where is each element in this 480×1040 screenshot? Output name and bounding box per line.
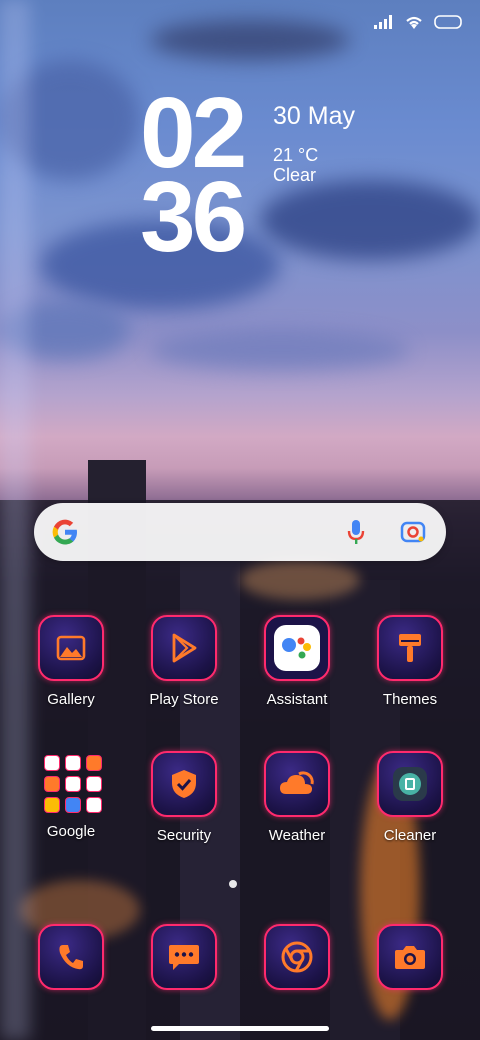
app-label: Themes [382, 691, 438, 708]
app-assistant[interactable]: Assistant [247, 615, 347, 708]
weather-cloud-icon [264, 751, 330, 817]
folder-google[interactable]: Google [21, 751, 121, 840]
clock-minutes: 36 [140, 161, 247, 273]
app-label: Weather [268, 827, 326, 844]
date-text: 30 May [273, 102, 355, 130]
temperature-text: 21 °C [273, 145, 319, 165]
wifi-icon [406, 16, 422, 29]
dock-phone[interactable] [21, 924, 121, 990]
app-label: Security [156, 827, 212, 844]
dock-camera[interactable] [360, 924, 460, 990]
google-g-icon [52, 519, 77, 545]
shield-icon [151, 751, 217, 817]
app-play-store[interactable]: Play Store [134, 615, 234, 708]
chrome-icon [264, 924, 330, 990]
google-folder-icon [40, 751, 102, 813]
app-gallery[interactable]: Gallery [21, 615, 121, 708]
app-label: Gallery [47, 691, 95, 708]
phone-icon [38, 924, 104, 990]
assistant-icon [264, 615, 330, 681]
messages-icon [151, 924, 217, 990]
app-label: Play Store [149, 691, 219, 708]
page-indicator [229, 880, 237, 888]
play-store-icon [151, 615, 217, 681]
date-weather-widget[interactable]: 30 May 21 °C Clear [273, 102, 355, 185]
lens-icon[interactable] [400, 519, 426, 545]
google-search-bar[interactable] [34, 503, 446, 561]
app-label: Assistant [266, 691, 328, 708]
battery-icon [434, 15, 462, 29]
app-weather[interactable]: Weather [247, 751, 347, 844]
app-security[interactable]: Security [134, 751, 234, 844]
app-cleaner[interactable]: Cleaner [360, 751, 460, 844]
app-themes[interactable]: Themes [360, 615, 460, 708]
app-label: Google [46, 823, 96, 840]
mic-icon[interactable] [346, 518, 366, 546]
gallery-icon [38, 615, 104, 681]
camera-icon [377, 924, 443, 990]
status-bar [374, 14, 464, 30]
weather-condition: Clear [273, 165, 317, 185]
signal-icon [374, 15, 392, 29]
cleaner-icon [377, 751, 443, 817]
paintbrush-icon [377, 615, 443, 681]
app-label: Cleaner [383, 827, 437, 844]
dock-chrome[interactable] [247, 924, 347, 990]
home-gesture-bar[interactable] [151, 1026, 329, 1031]
dock-messages[interactable] [134, 924, 234, 990]
clock-widget[interactable]: 02 36 [140, 83, 247, 273]
